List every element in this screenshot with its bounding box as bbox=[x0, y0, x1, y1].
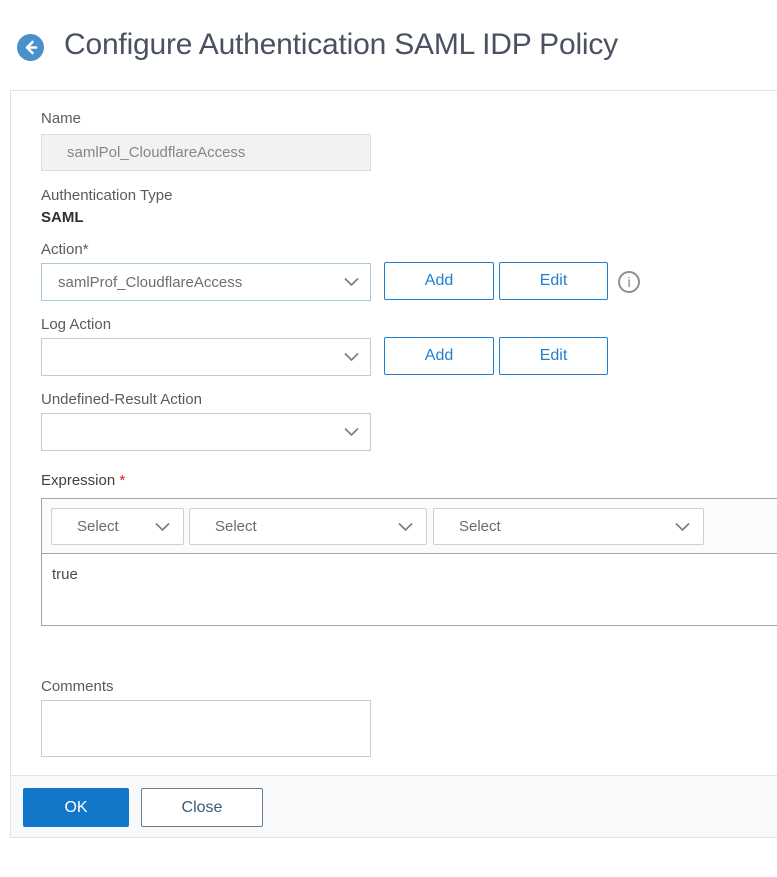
page-title: Configure Authentication SAML IDP Policy bbox=[64, 28, 618, 61]
form-footer: OK Close bbox=[11, 775, 777, 837]
chevron-down-icon bbox=[154, 521, 171, 533]
action-add-button[interactable]: Add bbox=[384, 262, 494, 300]
name-input: samlPol_CloudflareAccess bbox=[41, 134, 371, 171]
expression-select-1[interactable]: Select bbox=[51, 508, 184, 545]
chevron-down-icon bbox=[397, 521, 414, 533]
required-asterisk: * bbox=[119, 472, 126, 489]
action-label: Action* bbox=[41, 241, 89, 258]
chevron-down-icon bbox=[343, 276, 360, 288]
ok-button[interactable]: OK bbox=[23, 788, 129, 827]
expression-label: Expression * bbox=[41, 472, 125, 489]
log-action-add-button[interactable]: Add bbox=[384, 337, 494, 375]
auth-type-value: SAML bbox=[41, 209, 84, 226]
comments-input[interactable] bbox=[41, 700, 371, 757]
action-select[interactable]: samlProf_CloudflareAccess bbox=[41, 263, 371, 301]
action-select-value: samlProf_CloudflareAccess bbox=[58, 273, 243, 291]
expression-select-3[interactable]: Select bbox=[433, 508, 704, 545]
info-circle-icon[interactable]: i bbox=[618, 271, 640, 293]
log-action-label: Log Action bbox=[41, 316, 112, 333]
chevron-down-icon bbox=[343, 351, 360, 363]
log-action-select[interactable] bbox=[41, 338, 371, 376]
expression-toolbar: Select Select Select bbox=[42, 499, 777, 554]
expression-select-1-value: Select bbox=[77, 518, 119, 535]
undefined-result-action-label: Undefined-Result Action bbox=[41, 391, 202, 408]
configure-saml-idp-policy-page: Configure Authentication SAML IDP Policy… bbox=[0, 0, 777, 877]
chevron-down-icon bbox=[674, 521, 691, 533]
expression-select-2-value: Select bbox=[215, 518, 257, 535]
page-header: Configure Authentication SAML IDP Policy bbox=[0, 0, 777, 90]
log-action-edit-button[interactable]: Edit bbox=[499, 337, 608, 375]
comments-label: Comments bbox=[41, 678, 114, 695]
expression-select-2[interactable]: Select bbox=[189, 508, 427, 545]
arrow-left-circle-icon bbox=[17, 34, 44, 65]
expression-label-text: Expression bbox=[41, 472, 116, 489]
chevron-down-icon bbox=[343, 426, 360, 438]
back-button[interactable] bbox=[17, 34, 44, 61]
action-edit-button[interactable]: Edit bbox=[499, 262, 608, 300]
expression-select-3-value: Select bbox=[459, 518, 501, 535]
name-label: Name bbox=[41, 110, 82, 127]
expression-editor: Select Select Select true bbox=[41, 498, 777, 626]
expression-input[interactable]: true bbox=[42, 554, 777, 625]
undefined-result-action-select[interactable] bbox=[41, 413, 371, 451]
close-button[interactable]: Close bbox=[141, 788, 263, 827]
form-panel: Name samlPol_CloudflareAccess Authentica… bbox=[10, 90, 777, 838]
auth-type-label: Authentication Type bbox=[41, 187, 173, 204]
